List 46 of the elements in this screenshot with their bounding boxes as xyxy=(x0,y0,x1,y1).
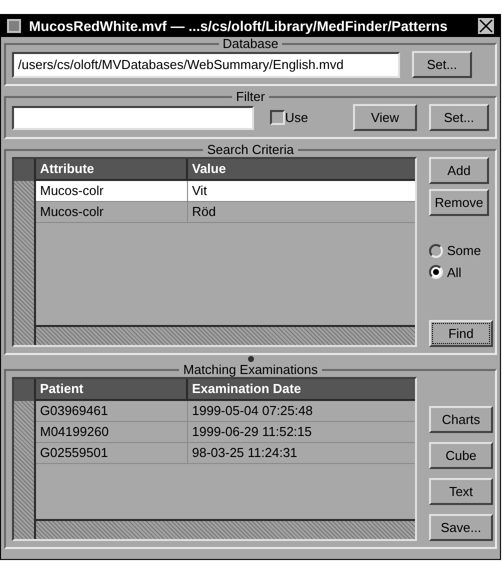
table-cell-text: 1999-05-04 07:25:48 xyxy=(191,402,314,420)
table-row[interactable]: Mucos-colr Vit xyxy=(36,181,415,202)
table-row[interactable]: G02559501 98-03-25 11:24:31 xyxy=(36,443,415,464)
table-cell: G02559501 xyxy=(36,443,188,463)
horizontal-scrollbar[interactable] xyxy=(36,325,415,345)
window-title: MucosRedWhite.mvf — ...s/cs/oloft/Library/MedFinder/Patterns xyxy=(29,16,449,36)
column-header[interactable]: Examination Date xyxy=(188,379,415,399)
column-header[interactable]: Value xyxy=(188,159,415,179)
push-button[interactable]: Set... xyxy=(429,104,489,131)
push-button[interactable]: Remove xyxy=(429,189,489,216)
table-cell: Mucos-colr xyxy=(36,181,188,201)
push-button[interactable]: Cube xyxy=(429,442,493,469)
table-cell: M04199260 xyxy=(36,422,188,442)
table-cell-text: Vit xyxy=(191,182,208,200)
push-button[interactable]: Set... xyxy=(412,51,472,78)
group-title: Search Criteria xyxy=(206,143,295,157)
push-button[interactable]: Find xyxy=(429,320,493,347)
push-button[interactable]: Save... xyxy=(429,514,493,541)
push-button[interactable]: Charts xyxy=(429,406,493,433)
push-button[interactable]: View xyxy=(353,104,417,131)
push-button[interactable]: Add xyxy=(429,157,489,184)
column-header[interactable]: Attribute xyxy=(36,159,188,179)
radio-button[interactable] xyxy=(429,244,443,258)
use-checkbox[interactable] xyxy=(270,110,285,125)
group-title: Matching Examinations xyxy=(182,363,319,377)
table-cell-text: 1999-06-29 11:52:15 xyxy=(191,423,313,441)
radio-button[interactable] xyxy=(429,265,443,280)
database-path-field[interactable]: /users/cs/oloft/MVDatabases/WebSummary/English.mvd xyxy=(12,52,400,78)
splitter-handle-icon[interactable] xyxy=(248,356,254,362)
table-cell: Mucos-colr xyxy=(36,202,188,222)
close-icon[interactable] xyxy=(478,18,494,34)
filter-field[interactable] xyxy=(12,106,254,130)
radio-label: All xyxy=(447,264,462,282)
horizontal-scrollbar[interactable] xyxy=(36,519,415,539)
table-cell-text: Röd xyxy=(191,203,217,221)
table-row[interactable]: Mucos-colr Röd xyxy=(36,202,415,223)
push-button[interactable]: Text xyxy=(429,478,493,505)
group-title: Database xyxy=(222,37,280,51)
radio-label: Some xyxy=(447,242,481,260)
table-cell-text: 98-03-25 11:24:31 xyxy=(191,444,298,462)
table-cell: G03969461 xyxy=(36,401,188,421)
table-row[interactable]: G03969461 1999-05-04 07:25:48 xyxy=(36,401,415,422)
column-header[interactable]: Patient xyxy=(36,379,188,399)
use-label: Use xyxy=(285,108,308,127)
table-row[interactable]: M04199260 1999-06-29 11:52:15 xyxy=(36,422,415,443)
group-title: Filter xyxy=(235,90,266,104)
